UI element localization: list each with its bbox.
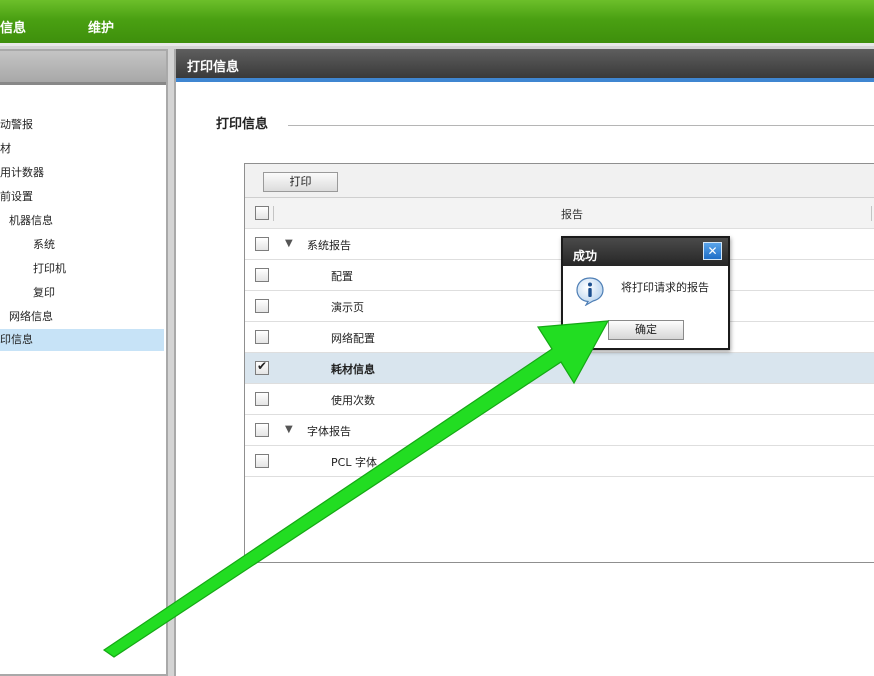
sidebar-header — [0, 51, 166, 85]
row-label: 使用次数 — [331, 394, 375, 407]
table-row: 配置 — [245, 260, 874, 291]
table-row-selected: ✔ 耗材信息 — [245, 353, 874, 384]
row-checkbox[interactable] — [255, 268, 269, 282]
row-checkbox[interactable] — [255, 392, 269, 406]
table-row: 网络配置 — [245, 322, 874, 353]
success-dialog: 成功 ✕ 将打印请求的报告 确定 — [561, 236, 730, 350]
row-label: 耗材信息 — [331, 363, 375, 376]
table-toolbar: 打印 — [245, 164, 874, 198]
section-divider — [288, 125, 874, 126]
nav-item-info[interactable]: 信息 — [0, 17, 26, 36]
table-row: ▼ 字体报告 — [245, 415, 874, 446]
sidebar-item-current-settings[interactable]: 前设置 — [0, 186, 33, 208]
sidebar-item-network-info[interactable]: 网络信息 — [9, 306, 53, 328]
close-icon[interactable]: ✕ — [703, 242, 722, 260]
sidebar-item-usage-counters[interactable]: 用计数器 — [0, 162, 44, 184]
row-checkbox[interactable] — [255, 454, 269, 468]
panel-header-title: 打印信息 — [176, 49, 874, 82]
sidebar-item-printer[interactable]: 打印机 — [33, 258, 66, 280]
sidebar-item-print-info[interactable]: 印信息 — [0, 329, 164, 351]
main-panel: 打印信息 打印信息 打印 报告 ▼ 系统报告 配置 演示页 网络配置 ✔ 耗材信… — [174, 49, 874, 676]
top-nav-bar: 信息 维护 — [0, 0, 874, 46]
row-label: 系统报告 — [307, 239, 351, 252]
collapse-triangle-icon[interactable]: ▼ — [285, 238, 293, 249]
sidebar: 动警报 材 用计数器 前设置 机器信息 系统 打印机 复印 网络信息 印信息 — [0, 49, 168, 676]
table-row: PCL 字体 — [245, 446, 874, 477]
row-checkbox[interactable] — [255, 299, 269, 313]
print-button[interactable]: 打印 — [263, 172, 338, 192]
sidebar-item-copy[interactable]: 复印 — [33, 282, 55, 304]
row-label: 配置 — [331, 270, 353, 283]
row-checkbox[interactable] — [255, 423, 269, 437]
dialog-message: 将打印请求的报告 — [621, 281, 709, 294]
section-title: 打印信息 — [216, 117, 269, 132]
row-checkbox[interactable] — [255, 330, 269, 344]
table-row: ▼ 系统报告 — [245, 229, 874, 260]
dialog-title: 成功 ✕ — [563, 238, 728, 266]
column-divider — [273, 206, 274, 221]
table-row: 使用次数 — [245, 384, 874, 415]
row-checkbox[interactable] — [255, 237, 269, 251]
row-label: 字体报告 — [307, 425, 351, 438]
sidebar-item-supplies[interactable]: 材 — [0, 138, 11, 160]
collapse-triangle-icon[interactable]: ▼ — [285, 424, 293, 435]
row-label: PCL 字体 — [331, 456, 377, 469]
report-table: 打印 报告 ▼ 系统报告 配置 演示页 网络配置 ✔ 耗材信息 使用次数 ▼ 字… — [244, 163, 874, 563]
dialog-title-text: 成功 — [573, 249, 598, 263]
table-header-row: 报告 — [245, 198, 874, 229]
sidebar-item-label: 印信息 — [0, 333, 33, 346]
column-header-report: 报告 — [561, 208, 583, 221]
row-checkbox-checked[interactable]: ✔ — [255, 359, 269, 375]
ok-button[interactable]: 确定 — [608, 320, 684, 340]
column-divider — [871, 206, 872, 221]
sidebar-item-alerts[interactable]: 动警报 — [0, 114, 33, 136]
check-mark-icon: ✔ — [257, 359, 268, 373]
info-icon — [576, 277, 604, 306]
sidebar-item-machine-info[interactable]: 机器信息 — [9, 210, 53, 232]
sidebar-item-system[interactable]: 系统 — [33, 234, 55, 256]
table-row: 演示页 — [245, 291, 874, 322]
nav-item-maintenance[interactable]: 维护 — [88, 17, 114, 36]
select-all-checkbox[interactable] — [255, 206, 269, 220]
row-label: 演示页 — [331, 301, 364, 314]
row-label: 网络配置 — [331, 332, 375, 345]
